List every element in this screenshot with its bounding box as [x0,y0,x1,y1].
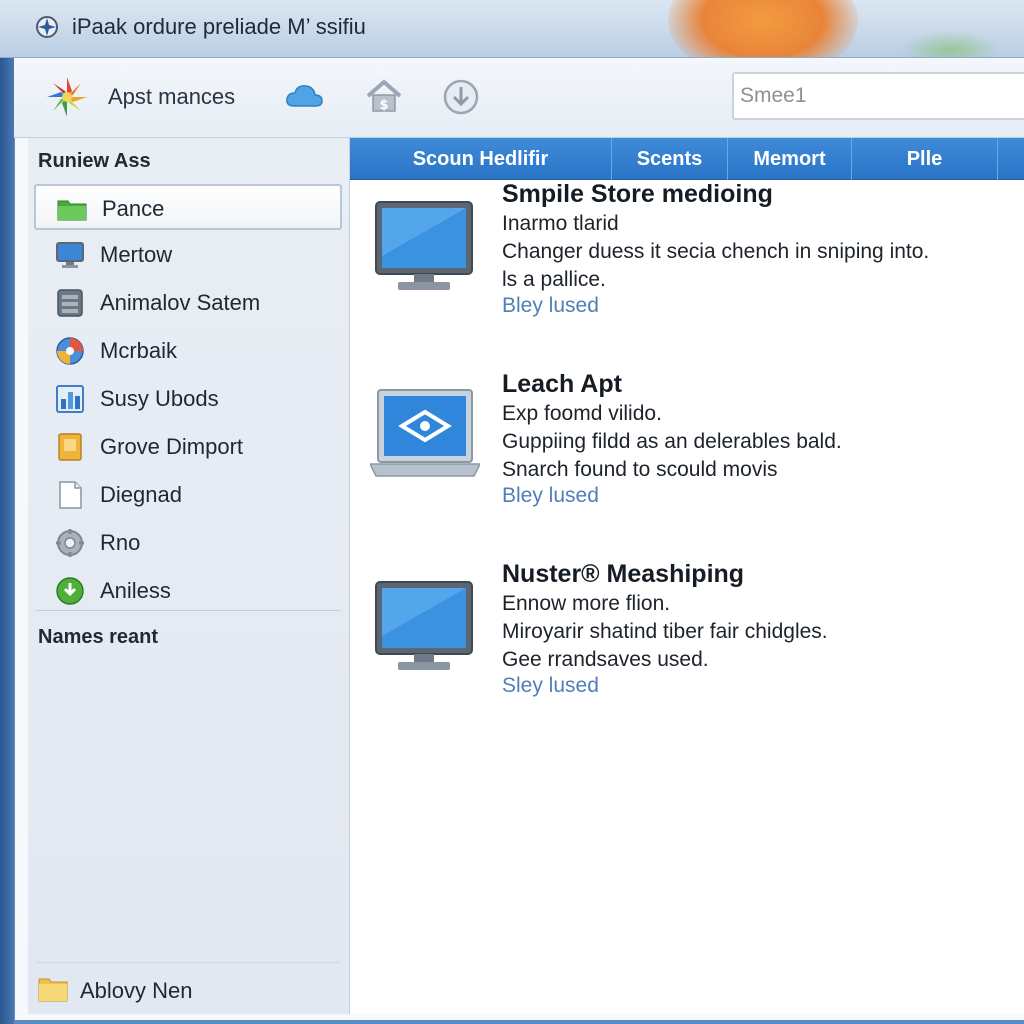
globe-icon [56,337,84,365]
sidebar-item-susy-ubods[interactable]: Susy Ubods [34,376,342,422]
sidebar-footer-label: Ablovy Nen [80,978,193,1003]
sidebar-item-label: Grove Dimport [100,434,244,459]
entry-link[interactable]: Bley lused [502,294,599,318]
window-app-icon [36,16,58,38]
list-item[interactable]: Nuster® Meashiping Ennow more flion. Mir… [350,560,1024,740]
sidebar: Runiew Ass Pance Mertow Animalov Satem M… [28,138,350,1014]
tab-scoun-hedlifir[interactable]: Scoun Hedlifir [350,138,612,180]
tab-plle[interactable]: Plle [852,138,998,180]
tab-memort[interactable]: Memort [728,138,852,180]
window-left-border [0,58,14,1024]
entry-line: Changer duess it secia chench in sniping… [502,240,930,263]
sidebar-item-aniless[interactable]: Aniless [34,568,342,614]
entry-line: Gee rrandsaves used. [502,648,709,671]
sidebar-footer-item[interactable]: Ablovy Nen [38,966,338,1012]
entry-line: Exp foomd vilido. [502,402,662,425]
document-icon [59,481,82,509]
green-circle-icon [56,577,84,605]
home-icon[interactable]: $ [364,76,404,116]
notebook-icon [58,433,82,461]
entry-line: Snarch found to scould movis [502,458,778,481]
sidebar-item-label: Rno [100,530,141,555]
entry-link[interactable]: Bley lused [502,484,599,508]
folder-icon [38,978,68,1002]
sidebar-item-mertow[interactable]: Mertow [34,232,342,278]
sidebar-divider [36,610,340,611]
entry-title: Leach Apt [502,370,622,398]
laptop-icon [370,389,480,477]
cloud-icon[interactable] [284,80,324,112]
list-item[interactable]: Smpile Store medioing Inarmo tlarid Chan… [350,180,1024,360]
sidebar-item-label: Diegnad [100,482,182,507]
app-logo-icon [47,77,87,117]
monitor-icon [375,581,473,670]
download-icon[interactable] [442,78,480,116]
sidebar-item-label: Aniless [100,578,171,603]
svg-text:$: $ [379,98,388,113]
entry-line: Guppiing fildd as an delerables bald. [502,430,842,453]
app-label: Apst mances [108,84,236,109]
entry-line: Inarmo tlarid [502,212,619,235]
sidebar-item-rno[interactable]: Rno [34,520,342,566]
content-pane: Smpile Store medioing Inarmo tlarid Chan… [350,180,1024,1014]
window-title-bar: iPaak ordure preliade M’ ssifiu [0,0,1024,58]
search-input[interactable] [732,72,1024,120]
sidebar-item-pance[interactable]: Pance [34,184,342,230]
sidebar-item-label: Mcrbaik [100,338,178,363]
entry-line: ls a pallice. [502,268,606,291]
gear-icon [56,529,84,557]
entry-title: Smpile Store medioing [502,180,773,208]
tab-scents[interactable]: Scents [612,138,728,180]
sidebar-item-label: Pance [102,196,165,221]
sidebar-footer-divider [36,962,340,963]
list-item[interactable]: Leach Apt Exp foomd vilido. Guppiing fil… [350,370,1024,550]
window-title: iPaak ordure preliade M’ ssifiu [72,14,366,39]
monitor-icon [56,242,84,268]
sidebar-item-animalov-satem[interactable]: Animalov Satem [34,280,342,326]
sidebar-item-label: Mertow [100,242,173,267]
sidebar-item-grove-dimport[interactable]: Grove Dimport [34,424,342,470]
folder-icon [57,200,87,221]
background-glow [668,0,858,57]
tab-bar: Scoun Hedlifir Scents Memort Plle [350,138,1024,180]
sidebar-item-mcrbaik[interactable]: Mcrbaik [34,328,342,374]
entry-line: Ennow more flion. [502,592,671,615]
background-glow-green [900,30,1000,57]
chart-icon [56,385,84,413]
entry-title: Nuster® Meashiping [502,560,745,588]
toolbar: Apst mances $ [14,58,1024,138]
sidebar-heading: Runiew Ass [38,150,151,172]
drive-icon [57,289,83,317]
sidebar-item-label: Susy Ubods [100,386,219,411]
entry-link[interactable]: Sley lused [502,674,599,698]
sidebar-section-heading: Names reant [38,626,159,648]
monitor-icon [375,201,473,290]
sidebar-item-label: Animalov Satem [100,290,261,315]
sidebar-item-diegnad[interactable]: Diegnad [34,472,342,518]
entry-line: Miroyarir shatind tiber fair chidgles. [502,620,828,643]
